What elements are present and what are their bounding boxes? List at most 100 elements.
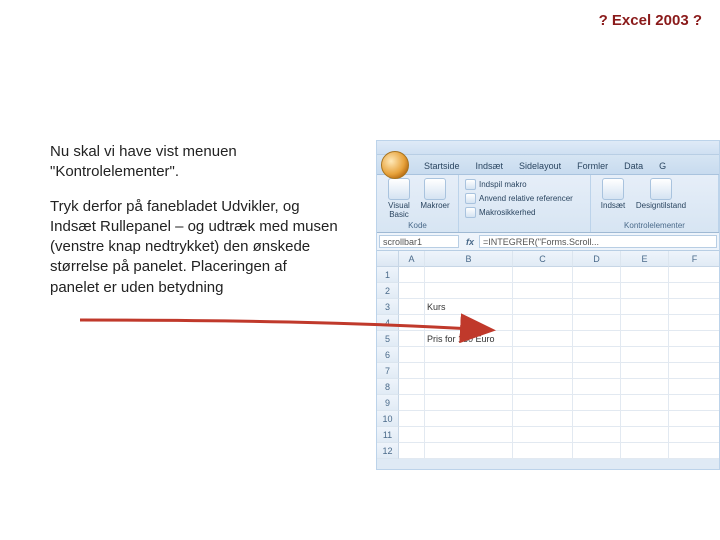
row-header[interactable]: 6: [377, 347, 399, 363]
cell[interactable]: [621, 331, 669, 347]
row-header[interactable]: 3: [377, 299, 399, 315]
ribbon-tab[interactable]: G: [652, 159, 673, 174]
cell[interactable]: [399, 267, 425, 283]
cell[interactable]: [669, 299, 720, 315]
row-header[interactable]: 11: [377, 427, 399, 443]
cell[interactable]: [621, 267, 669, 283]
cell[interactable]: [621, 315, 669, 331]
cell[interactable]: [573, 427, 621, 443]
office-button-icon[interactable]: [381, 151, 409, 179]
row-header[interactable]: 2: [377, 283, 399, 299]
cell[interactable]: [573, 267, 621, 283]
cell[interactable]: [573, 411, 621, 427]
cell[interactable]: [513, 427, 573, 443]
cell[interactable]: [399, 395, 425, 411]
cell[interactable]: [669, 443, 720, 459]
cell[interactable]: [669, 395, 720, 411]
cell[interactable]: [513, 315, 573, 331]
cell[interactable]: [425, 267, 513, 283]
design-mode-button[interactable]: Designtilstand: [631, 178, 691, 210]
row-header[interactable]: 1: [377, 267, 399, 283]
cell[interactable]: [669, 427, 720, 443]
cell[interactable]: [513, 395, 573, 411]
cell[interactable]: [621, 347, 669, 363]
cell[interactable]: [573, 315, 621, 331]
row-header[interactable]: 7: [377, 363, 399, 379]
cell[interactable]: [621, 411, 669, 427]
column-header[interactable]: E: [621, 251, 669, 267]
cell[interactable]: [573, 283, 621, 299]
column-header[interactable]: D: [573, 251, 621, 267]
cell[interactable]: [513, 299, 573, 315]
cell[interactable]: [669, 283, 720, 299]
column-header[interactable]: C: [513, 251, 573, 267]
row-header[interactable]: 9: [377, 395, 399, 411]
column-header[interactable]: F: [669, 251, 720, 267]
cell[interactable]: [513, 443, 573, 459]
cell[interactable]: [513, 331, 573, 347]
macros-button[interactable]: Makroer: [417, 178, 453, 219]
cell[interactable]: [621, 299, 669, 315]
cell[interactable]: [621, 363, 669, 379]
excel-2003-link[interactable]: ? Excel 2003 ?: [599, 12, 702, 29]
cell[interactable]: Pris for 130 Euro: [425, 331, 513, 347]
ribbon-tab[interactable]: Startside: [417, 159, 467, 174]
cell[interactable]: [399, 331, 425, 347]
row-header[interactable]: 12: [377, 443, 399, 459]
cell[interactable]: [425, 427, 513, 443]
cell[interactable]: [425, 315, 513, 331]
row-header[interactable]: 10: [377, 411, 399, 427]
cell[interactable]: [513, 363, 573, 379]
cell[interactable]: [425, 395, 513, 411]
cell[interactable]: [513, 283, 573, 299]
cell[interactable]: [669, 363, 720, 379]
cell[interactable]: [573, 347, 621, 363]
cell[interactable]: [399, 427, 425, 443]
ribbon-tab[interactable]: Sidelayout: [512, 159, 568, 174]
cell[interactable]: [621, 379, 669, 395]
insert-control-button[interactable]: Indsæt: [595, 178, 631, 210]
cell[interactable]: [621, 427, 669, 443]
cell[interactable]: [399, 283, 425, 299]
relative-refs-button[interactable]: Anvend relative referencer: [463, 192, 586, 205]
cell[interactable]: [399, 315, 425, 331]
cell[interactable]: [573, 443, 621, 459]
cell[interactable]: [573, 379, 621, 395]
name-box[interactable]: scrollbar1: [379, 235, 459, 248]
cell[interactable]: [399, 379, 425, 395]
ribbon-tab[interactable]: Formler: [570, 159, 615, 174]
cell[interactable]: [425, 411, 513, 427]
ribbon-tab[interactable]: Indsæt: [469, 159, 511, 174]
record-macro-button[interactable]: Indspil makro: [463, 178, 586, 191]
cell[interactable]: [573, 395, 621, 411]
cell[interactable]: [573, 331, 621, 347]
row-header[interactable]: 5: [377, 331, 399, 347]
column-header[interactable]: A: [399, 251, 425, 267]
cell[interactable]: [621, 395, 669, 411]
cell[interactable]: [399, 443, 425, 459]
formula-input[interactable]: =INTEGRER("Forms.Scroll...: [479, 235, 717, 248]
cell[interactable]: [573, 299, 621, 315]
fx-icon[interactable]: fx: [461, 233, 479, 250]
cell[interactable]: [669, 267, 720, 283]
cell[interactable]: [573, 363, 621, 379]
cell[interactable]: Kurs: [425, 299, 513, 315]
cell[interactable]: [425, 283, 513, 299]
cell[interactable]: [399, 363, 425, 379]
cell[interactable]: [425, 379, 513, 395]
cell[interactable]: [669, 331, 720, 347]
cell[interactable]: [669, 379, 720, 395]
cell[interactable]: [399, 411, 425, 427]
row-header[interactable]: 4: [377, 315, 399, 331]
cell[interactable]: [425, 363, 513, 379]
cell[interactable]: [399, 347, 425, 363]
select-all-corner[interactable]: [377, 251, 399, 267]
cell[interactable]: [399, 299, 425, 315]
ribbon-tab[interactable]: Data: [617, 159, 650, 174]
column-header[interactable]: B: [425, 251, 513, 267]
cell[interactable]: [621, 283, 669, 299]
visual-basic-button[interactable]: Visual Basic: [381, 178, 417, 219]
row-header[interactable]: 8: [377, 379, 399, 395]
cell[interactable]: [425, 347, 513, 363]
cell[interactable]: [669, 315, 720, 331]
